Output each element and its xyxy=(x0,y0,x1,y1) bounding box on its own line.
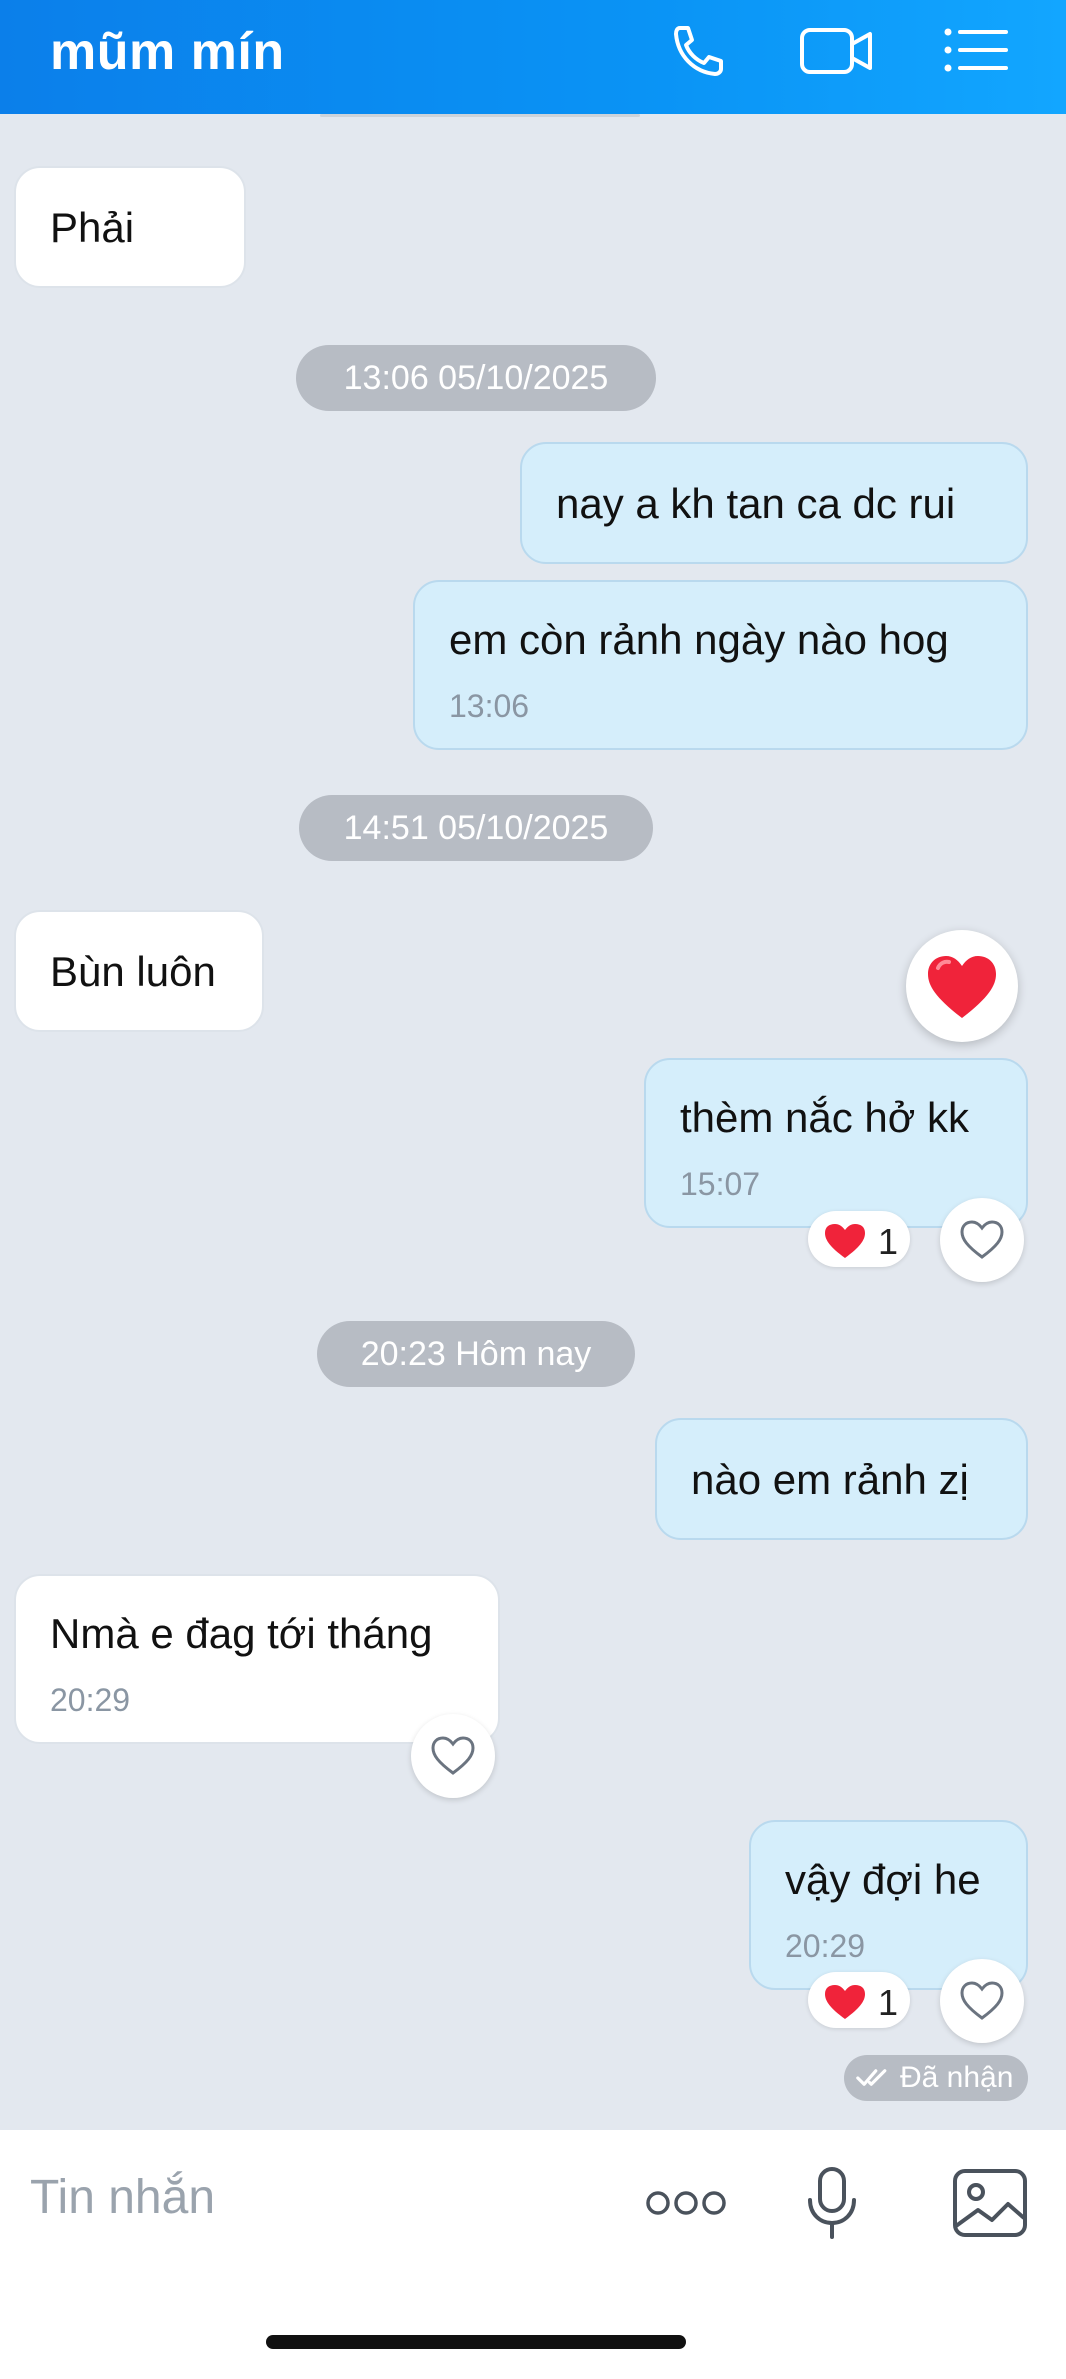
message-time: 13:06 xyxy=(449,688,530,724)
contact-name[interactable]: mũm mín xyxy=(50,22,285,82)
message-list[interactable]: Phải 13:06 05/10/2025 nay a kh tan ca dc… xyxy=(0,114,1066,2130)
message-text: thèm nắc hở kk xyxy=(680,1094,969,1141)
heart-outline-icon xyxy=(960,1220,1004,1259)
message-text: Phải xyxy=(50,204,135,251)
message-bubble-incoming[interactable]: Bùn luôn xyxy=(14,910,264,1032)
heart-outline-icon xyxy=(960,1981,1004,2020)
message-text: Nmà e đag tới tháng xyxy=(50,1610,433,1657)
timestamp-divider: 20:23 Hôm nay xyxy=(317,1321,635,1387)
message-bubble-incoming[interactable]: Nmà e đag tới tháng 20:29 xyxy=(14,1574,500,1744)
reaction-summary[interactable]: 1 xyxy=(808,1211,910,1267)
like-button[interactable] xyxy=(411,1714,495,1798)
microphone-icon[interactable] xyxy=(806,2166,858,2240)
message-text: em còn rảnh ngày nào hog xyxy=(449,616,949,663)
message-time: 20:29 xyxy=(50,1682,131,1718)
message-text: vậy đợi he xyxy=(785,1856,981,1903)
video-call-icon[interactable] xyxy=(796,18,876,82)
delivery-status-text: Đã nhận xyxy=(900,2061,1014,2094)
divider xyxy=(320,114,640,117)
image-icon[interactable] xyxy=(952,2168,1028,2238)
list-icon[interactable] xyxy=(936,18,1016,82)
heart-outline-icon xyxy=(431,1736,475,1775)
reaction-summary[interactable]: 1 xyxy=(808,1972,910,2028)
reaction-count: 1 xyxy=(878,1221,899,1262)
message-bubble-outgoing[interactable]: nào em rảnh zị xyxy=(655,1418,1028,1540)
heart-icon xyxy=(825,1985,865,2019)
double-check-icon xyxy=(856,2069,887,2086)
message-text: nay a kh tan ca dc rui xyxy=(556,480,956,527)
heart-reaction-icon[interactable] xyxy=(906,930,1018,1042)
reaction-count: 1 xyxy=(878,1982,899,2023)
chat-header: mũm mín xyxy=(0,0,1066,114)
home-indicator[interactable] xyxy=(266,2335,686,2349)
timestamp-divider: 13:06 05/10/2025 xyxy=(296,345,656,411)
like-button[interactable] xyxy=(940,1198,1024,1282)
phone-icon[interactable] xyxy=(656,18,736,82)
message-time: 20:29 xyxy=(785,1928,866,1964)
message-time: 15:07 xyxy=(680,1166,761,1202)
message-bubble-outgoing[interactable]: em còn rảnh ngày nào hog 13:06 xyxy=(413,580,1028,750)
like-button[interactable] xyxy=(940,1959,1024,2043)
timestamp-divider: 14:51 05/10/2025 xyxy=(299,795,653,861)
delivery-status: Đã nhận xyxy=(844,2055,1028,2101)
message-text: nào em rảnh zị xyxy=(691,1456,969,1503)
heart-icon xyxy=(825,1224,865,1258)
more-icon[interactable] xyxy=(644,2186,728,2220)
message-text: Bùn luôn xyxy=(50,948,216,995)
message-bubble-incoming[interactable]: Phải xyxy=(14,166,246,288)
message-input[interactable]: Tin nhắn xyxy=(30,2170,215,2225)
message-bubble-outgoing[interactable]: nay a kh tan ca dc rui xyxy=(520,442,1028,564)
